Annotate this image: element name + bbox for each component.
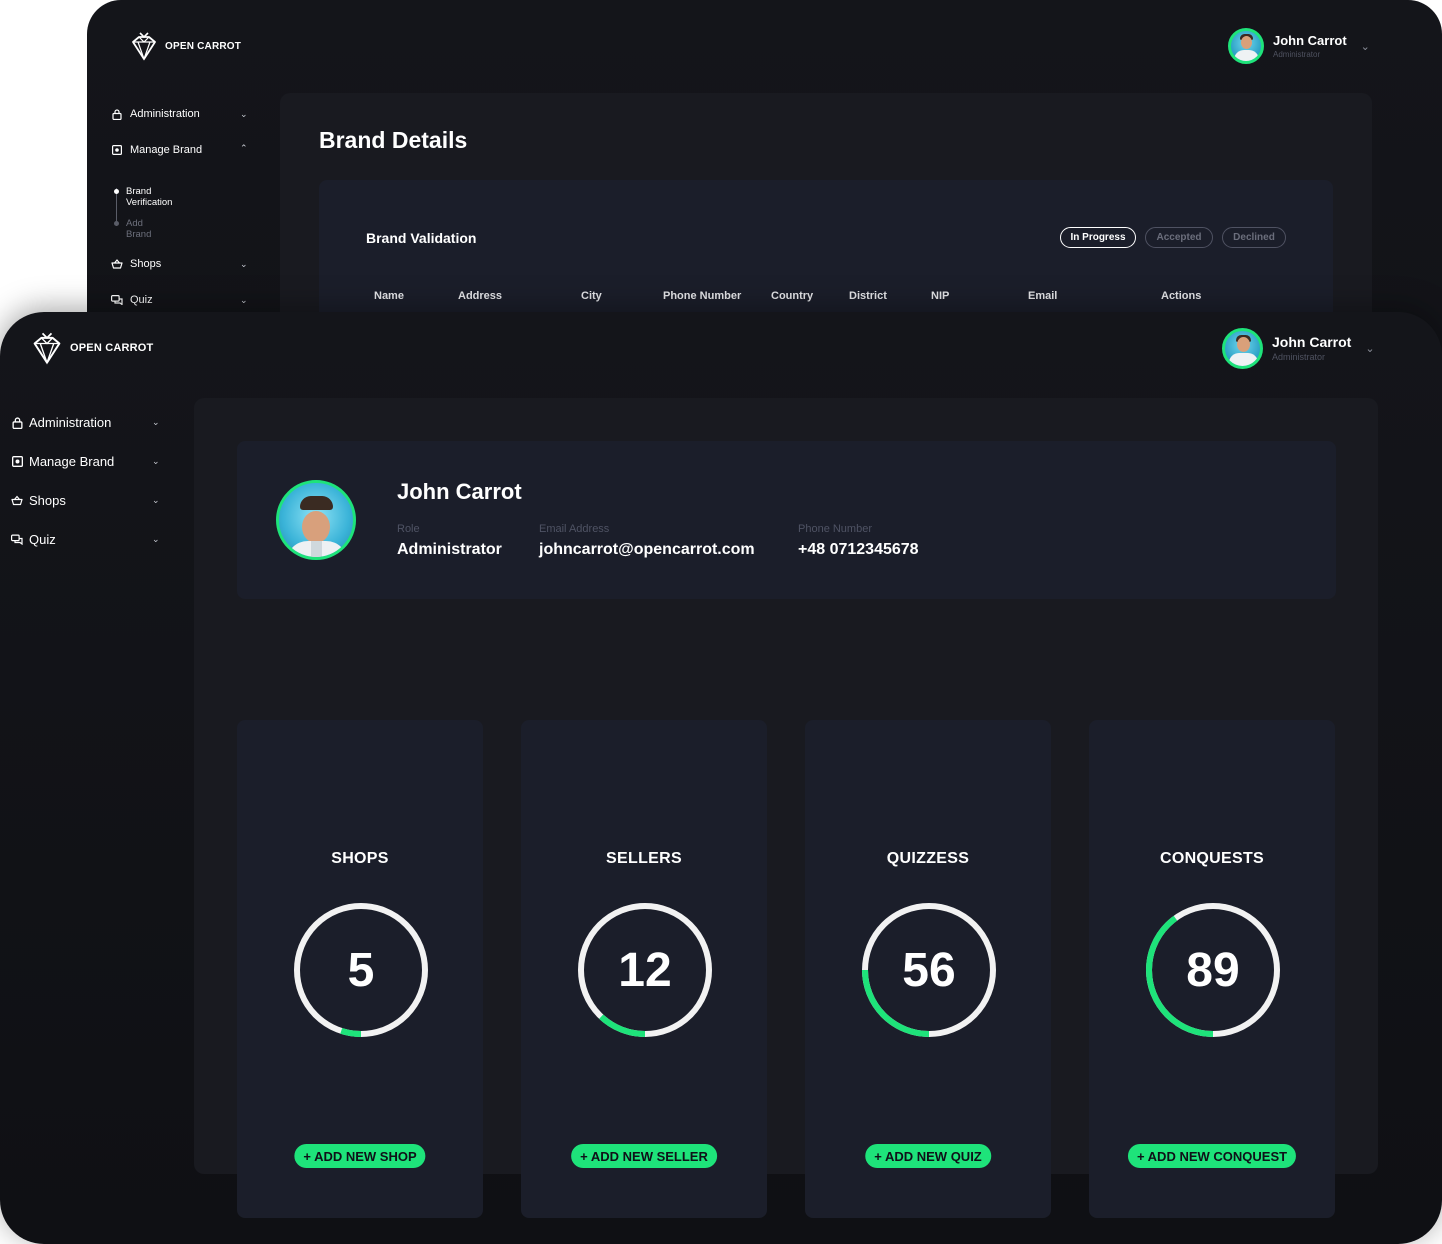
logo[interactable]: OPEN CARROT [129, 30, 241, 62]
phone-label: Phone Number [798, 523, 872, 535]
sidebar-item-administration[interactable]: Administration ⌄ [11, 415, 163, 430]
sidebar-item-label: Manage Brand [29, 454, 115, 469]
sidebar-item-shops[interactable]: Shops ⌄ [11, 493, 163, 508]
chevron-down-icon: ⌄ [240, 258, 248, 269]
chat-icon [110, 295, 124, 305]
stat-title: QUIZZESS [886, 850, 970, 867]
sidebar-item-administration[interactable]: Administration ⌄ [110, 108, 250, 120]
column-header-name[interactable]: Name [374, 290, 404, 302]
sidebar-item-shops[interactable]: Shops ⌄ [110, 258, 250, 270]
stat-value: 5 [347, 943, 375, 997]
email-label: Email Address [539, 523, 610, 535]
column-header-district[interactable]: District [849, 290, 887, 302]
chevron-down-icon[interactable]: ⌄ [1361, 40, 1370, 53]
profile-name: John Carrot [397, 479, 522, 504]
chevron-down-icon: ⌄ [152, 495, 160, 505]
role-value: Administrator [397, 541, 502, 558]
sidebar-item-manage-brand[interactable]: Manage Brand ⌄ [11, 454, 163, 469]
column-header-email[interactable]: Email [1028, 290, 1057, 302]
stat-title: SHOPS [331, 850, 389, 867]
sidebar-item-quiz[interactable]: Quiz ⌄ [11, 532, 163, 547]
sidebar-subitem-brand-verification[interactable]: Brand Verification [126, 186, 172, 208]
column-header-country[interactable]: Country [771, 290, 813, 302]
diamond-logo-icon [33, 332, 61, 365]
chevron-up-icon: ⌃ [240, 143, 248, 153]
stat-value: 89 [1186, 943, 1240, 997]
filter-declined[interactable]: Declined [1222, 227, 1286, 248]
stat-card-conquests: CONQUESTS 89 + ADD NEW CONQUEST [1089, 720, 1335, 1218]
user-name: John Carrot [1272, 334, 1352, 350]
lock-icon [11, 416, 23, 429]
profile-avatar [276, 480, 356, 560]
sidebar-item-label: Shops [29, 493, 66, 508]
chevron-down-icon: ⌄ [240, 294, 248, 305]
sidebar-subitem-add-brand[interactable]: Add Brand [126, 218, 151, 240]
user-role: Administrator [1272, 352, 1326, 362]
column-header-phone-number[interactable]: Phone Number [663, 290, 741, 302]
sidebar-item-manage-brand[interactable]: Manage Brand ⌃ [110, 143, 250, 156]
dashboard-window: OPEN CARROT John Carrot Administrator ⌄ … [0, 312, 1442, 1244]
stat-title: SELLERS [606, 850, 682, 867]
submenu-dot [114, 189, 119, 194]
user-role: Administrator [1273, 49, 1321, 59]
chevron-down-icon: ⌄ [240, 108, 248, 119]
brand-icon [110, 145, 124, 155]
phone-value[interactable]: +48 0712345678 [798, 541, 919, 559]
add-new-conquest-button[interactable]: + ADD NEW CONQUEST [1127, 1144, 1297, 1168]
basket-icon [110, 259, 124, 269]
basket-icon [11, 495, 23, 506]
sidebar-item-label: Shops [130, 258, 162, 270]
stat-card-shops: SHOPS 5 + ADD NEW SHOP [237, 720, 483, 1218]
column-header-actions[interactable]: Actions [1161, 290, 1201, 302]
lock-icon [110, 108, 124, 120]
sidebar-item-label: Administration [130, 108, 200, 120]
sidebar-item-label: Administration [29, 415, 112, 430]
add-new-shop-button[interactable]: + ADD NEW SHOP [294, 1144, 426, 1168]
brand-icon [11, 456, 23, 467]
add-new-seller-button[interactable]: + ADD NEW SELLER [571, 1144, 717, 1168]
chevron-down-icon[interactable]: ⌄ [1365, 342, 1374, 355]
submenu-dot [114, 221, 119, 226]
user-menu[interactable]: John Carrot Administrator ⌄ [1222, 328, 1375, 369]
main-panel: John Carrot Role Administrator Email Add… [194, 398, 1378, 1218]
sidebar-item-label: Quiz [29, 532, 56, 547]
logo[interactable]: OPEN CARROT [30, 330, 153, 366]
page-title: Brand Details [319, 127, 468, 153]
logo-text: OPEN CARROT [70, 342, 154, 354]
email-value[interactable]: johncarrot@opencarrot.com [539, 541, 755, 559]
user-menu[interactable]: John Carrot Administrator ⌄ [1228, 28, 1370, 64]
stat-card-sellers: SELLERS 12 + ADD NEW SELLER [521, 720, 767, 1218]
chevron-down-icon: ⌄ [152, 534, 160, 544]
diamond-logo-icon [132, 32, 156, 61]
column-header-address[interactable]: Address [458, 290, 502, 302]
stat-value: 56 [902, 943, 956, 997]
filter-accepted[interactable]: Accepted [1145, 227, 1213, 248]
chevron-down-icon: ⌄ [152, 456, 160, 466]
sidebar-item-label: Quiz [130, 294, 153, 306]
avatar [1222, 328, 1263, 369]
stat-title: CONQUESTS [1159, 850, 1265, 867]
role-label: Role [397, 523, 420, 535]
stat-card-quizzes: QUIZZESS 56 + ADD NEW QUIZ [805, 720, 1051, 1218]
section-title: Brand Validation [366, 230, 477, 246]
sidebar-item-label: Manage Brand [130, 144, 203, 156]
chevron-down-icon: ⌄ [152, 417, 160, 427]
add-new-quiz-button[interactable]: + ADD NEW QUIZ [865, 1144, 991, 1168]
logo-text: OPEN CARROT [165, 40, 242, 52]
column-header-city[interactable]: City [581, 290, 602, 302]
profile-card: John Carrot Role Administrator Email Add… [237, 441, 1336, 599]
column-header-nip[interactable]: NIP [931, 290, 949, 302]
sidebar-item-quiz[interactable]: Quiz ⌄ [110, 294, 250, 306]
avatar [1228, 28, 1264, 64]
stat-value: 12 [618, 943, 672, 997]
user-name: John Carrot [1273, 32, 1347, 48]
chat-icon [11, 534, 23, 545]
filter-in-progress[interactable]: In Progress [1060, 227, 1136, 248]
